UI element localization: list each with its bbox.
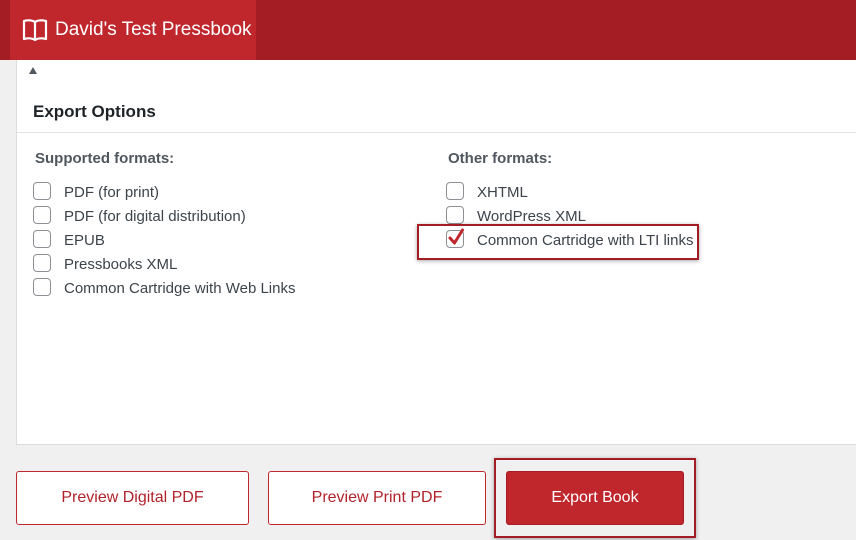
format-label: PDF (for digital distribution)	[64, 208, 246, 225]
checkbox[interactable]	[446, 206, 464, 224]
format-label: Common Cartridge with Web Links	[64, 280, 296, 297]
format-label: WordPress XML	[477, 208, 586, 225]
format-label: EPUB	[64, 232, 105, 249]
checkbox[interactable]	[33, 206, 51, 224]
preview-print-pdf-button[interactable]: Preview Print PDF	[268, 471, 486, 525]
admin-top-bar: David's Test Pressbook	[0, 0, 856, 60]
other-formats-heading: Other formats:	[448, 150, 553, 167]
format-label: Common Cartridge with LTI links	[477, 232, 694, 249]
checkmark-icon	[448, 228, 464, 245]
site-name-link[interactable]: David's Test Pressbook	[10, 0, 256, 60]
export-book-button[interactable]: Export Book	[506, 471, 684, 525]
checkbox[interactable]	[33, 254, 51, 272]
panel-divider	[17, 132, 856, 133]
site-title: David's Test Pressbook	[55, 19, 252, 40]
checkbox[interactable]	[33, 182, 51, 200]
format-label: PDF (for print)	[64, 184, 160, 201]
format-label: XHTML	[477, 184, 528, 201]
format-label: Pressbooks XML	[64, 256, 178, 273]
checkbox[interactable]	[33, 230, 51, 248]
panel-title: Export Options	[33, 102, 156, 121]
checkbox-checked[interactable]	[446, 228, 464, 248]
book-icon	[22, 19, 48, 42]
collapse-arrow-icon[interactable]	[29, 67, 37, 74]
checkbox[interactable]	[33, 278, 51, 296]
supported-formats-heading: Supported formats:	[35, 150, 175, 167]
checkbox[interactable]	[446, 182, 464, 200]
preview-digital-pdf-button[interactable]: Preview Digital PDF	[16, 471, 249, 525]
export-options-panel: Export Options Supported formats: PDF (f…	[16, 60, 856, 445]
